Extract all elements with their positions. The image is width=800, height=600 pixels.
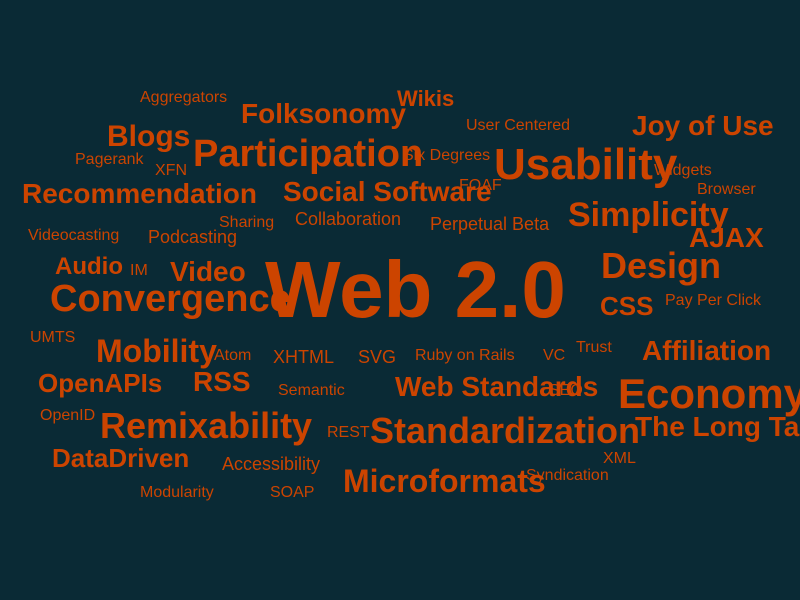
word-economy: Economy [618,373,800,415]
word-remixability: Remixability [100,408,312,444]
word-design: Design [601,248,721,284]
word-web-2.0: Web 2.0 [265,250,566,330]
word-podcasting: Podcasting [148,228,237,246]
word-accessibility: Accessibility [222,455,320,473]
word-svg: SVG [358,348,396,366]
word-wikis: Wikis [397,88,454,110]
word-openapis: OpenAPIs [38,370,162,396]
word-cloud: Web 2.0ParticipationFolksonomyUsabilityS… [0,0,800,600]
word-syndication: Syndication [526,468,609,484]
word-vc: VC [543,348,565,364]
word-blogs: Blogs [107,122,190,152]
word-seo: SEO [549,383,583,399]
word-ajax: AJAX [689,224,764,252]
word-foaf: FOAF [459,178,502,194]
word-atom: Atom [214,348,251,364]
word-browser: Browser [697,182,756,198]
word-mobility: Mobility [96,335,217,367]
word-standardization: Standardization [370,413,640,449]
word-usability: Usability [494,143,677,187]
word-microformats: Microformats [343,465,546,497]
word-soap: SOAP [270,485,314,501]
word-rss: RSS [193,368,251,396]
word-the-long-tail: The Long Tail [635,413,800,441]
word-openid: OpenID [40,408,95,424]
word-collaboration: Collaboration [295,210,401,228]
word-xml: XML [603,451,636,467]
word-affiliation: Affiliation [642,337,771,365]
word-joy-of-use: Joy of Use [632,112,774,140]
word-pay-per-click: Pay Per Click [665,293,761,309]
word-xfn: XFN [155,163,187,179]
word-audio: Audio [55,255,123,279]
word-user-centered: User Centered [466,118,570,134]
word-participation: Participation [193,135,423,173]
word-recommendation: Recommendation [22,180,257,208]
word-video: Video [170,258,246,286]
word-semantic: Semantic [278,383,345,399]
word-six-degrees: Six Degrees [403,148,490,164]
word-videocasting: Videocasting [28,228,119,244]
word-datadriven: DataDriven [52,445,189,471]
word-trust: Trust [576,340,612,356]
word-im: IM [130,263,148,279]
word-rest: REST [327,425,370,441]
word-aggregators: Aggregators [140,90,227,106]
word-folksonomy: Folksonomy [241,100,406,128]
word-ruby-on-rails: Ruby on Rails [415,348,515,364]
word-widgets: Widgets [654,163,712,179]
word-pagerank: Pagerank [75,152,144,168]
word-perpetual-beta: Perpetual Beta [430,215,549,233]
word-umts: UMTS [30,330,75,346]
word-modularity: Modularity [140,485,214,501]
word-xhtml: XHTML [273,348,334,366]
word-css: CSS [600,293,653,319]
